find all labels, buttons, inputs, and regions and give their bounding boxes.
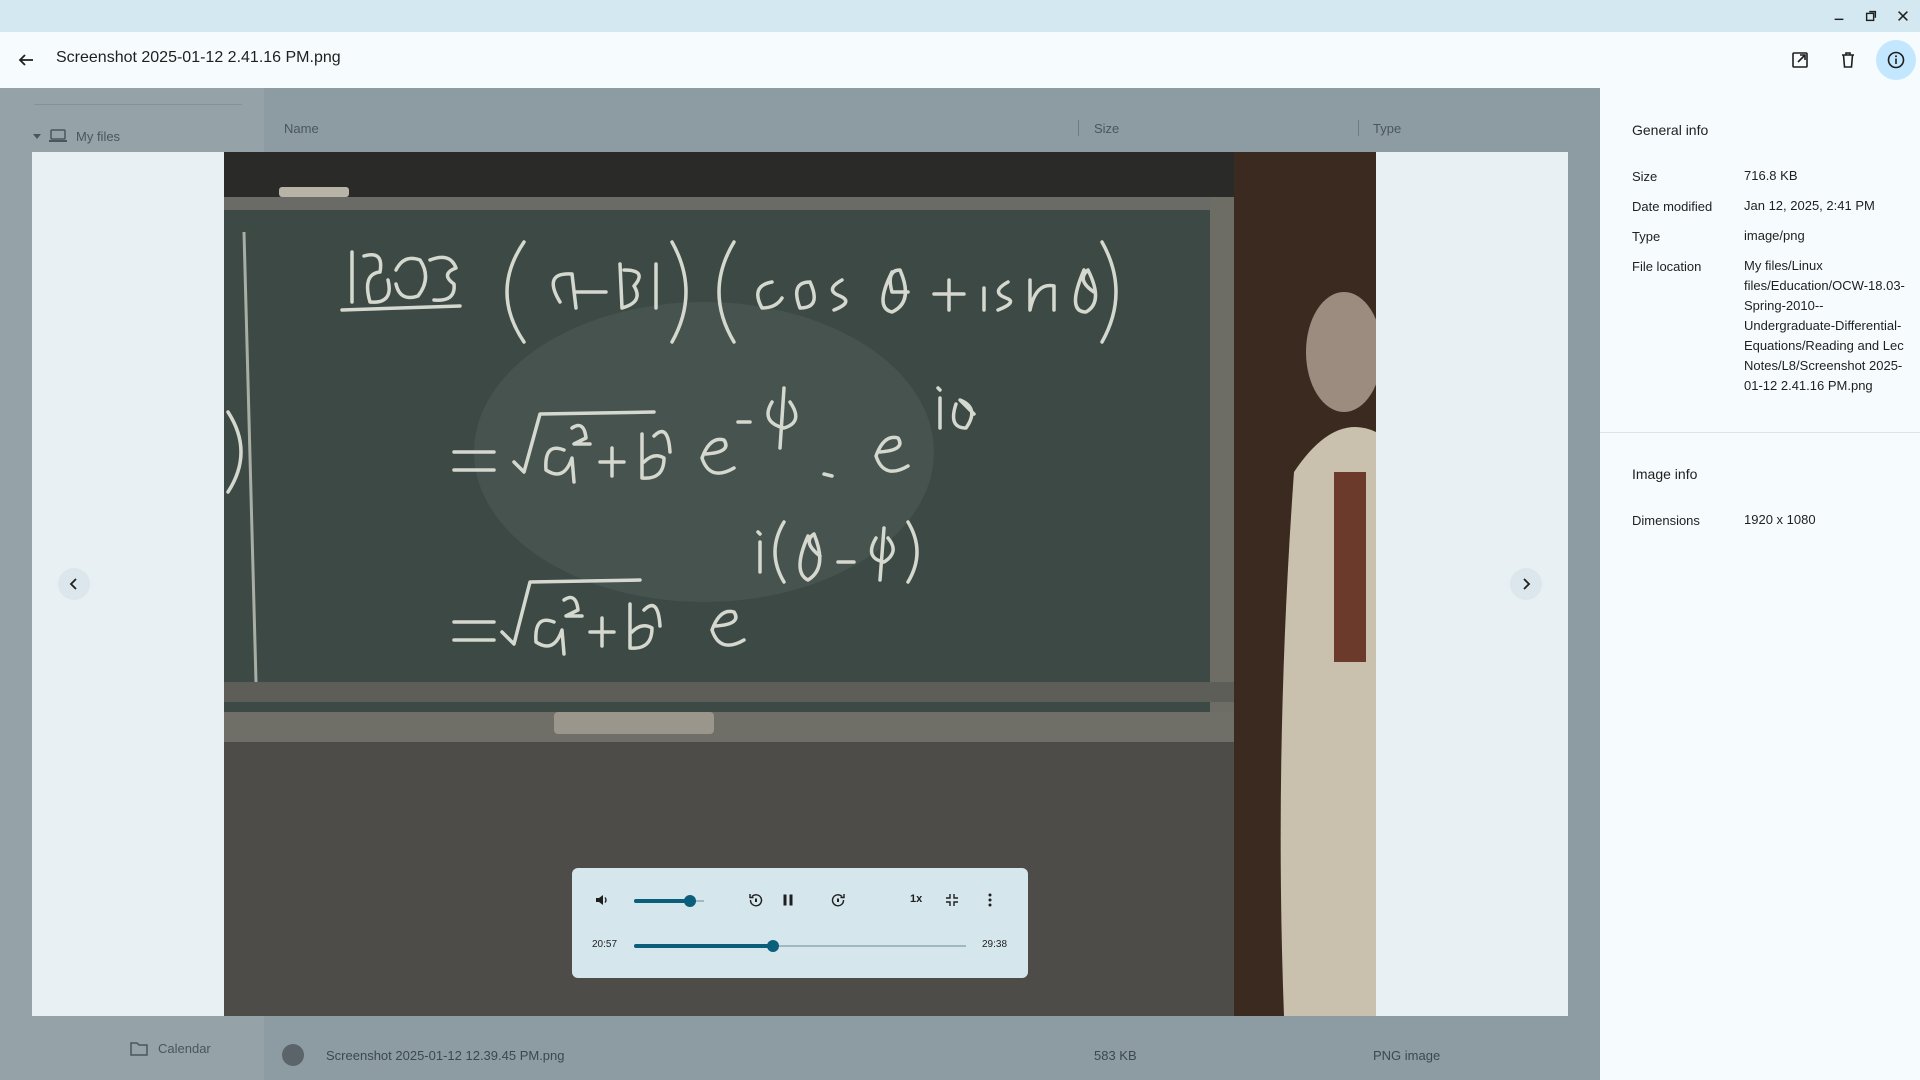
replay-10-icon[interactable] (744, 888, 768, 912)
general-info-heading: General info (1632, 122, 1709, 138)
column-divider (1358, 120, 1359, 136)
laptop-icon (49, 129, 67, 142)
exit-fullscreen-icon[interactable] (940, 888, 964, 912)
sidebar-item-label: Calendar (158, 1040, 211, 1056)
info-label-dimensions: Dimensions (1632, 513, 1700, 528)
close-icon[interactable] (1892, 5, 1914, 27)
info-value-type: image/png (1744, 228, 1805, 243)
page-title: Screenshot 2025-01-12 2.41.16 PM.png (56, 49, 341, 66)
file-name[interactable]: Screenshot 2025-01-12 12.39.45 PM.png (326, 1048, 565, 1063)
viewer-app-bar: Screenshot 2025-01-12 2.41.16 PM.png (0, 32, 1920, 88)
info-label-date-modified: Date modified (1632, 199, 1713, 214)
window-titlebar (0, 0, 1920, 32)
volume-icon[interactable] (590, 888, 614, 912)
column-header-type[interactable]: Type (1373, 121, 1401, 136)
info-label-size: Size (1632, 169, 1658, 184)
column-header-size[interactable]: Size (1094, 121, 1119, 136)
info-value-size: 716.8 KB (1744, 168, 1798, 183)
image-info-heading: Image info (1632, 466, 1698, 482)
column-divider (1078, 120, 1079, 136)
file-thumbnail (282, 1044, 304, 1066)
seek-handle[interactable] (767, 940, 779, 952)
info-label-file-location: File location (1632, 259, 1702, 274)
info-value-date-modified: Jan 12, 2025, 2:41 PM (1744, 198, 1875, 213)
seek-progress (634, 944, 773, 948)
sidebar-divider (34, 104, 242, 105)
file-size: 583 KB (1094, 1048, 1137, 1063)
folder-icon (130, 1042, 148, 1056)
file-type: PNG image (1373, 1048, 1441, 1063)
open-external-icon[interactable] (1780, 40, 1820, 80)
duration-time: 29:38 (982, 939, 1008, 950)
info-value-file-location: My files/Linux files/Education/OCW-18.03… (1744, 258, 1905, 393)
info-icon[interactable] (1876, 40, 1916, 80)
pause-icon[interactable] (776, 888, 800, 912)
playback-speed-button[interactable]: 1x (910, 893, 922, 905)
more-vert-icon[interactable] (978, 888, 1002, 912)
sidebar-item-label: My files (76, 128, 121, 144)
previous-arrow-icon[interactable] (58, 568, 90, 600)
column-header-name[interactable]: Name (284, 121, 319, 136)
volume-fill (634, 899, 690, 903)
info-divider (1600, 432, 1920, 433)
playback-controls: 1x 20:57 29:38 (572, 868, 1028, 978)
sidebar-item-calendar[interactable]: Calendar (130, 1040, 211, 1056)
current-time: 20:57 (592, 939, 618, 950)
delete-icon[interactable] (1828, 40, 1868, 80)
minimize-icon[interactable] (1828, 5, 1850, 27)
info-panel: General info Size 716.8 KB Date modified… (1600, 88, 1920, 1080)
expand-arrow-icon (33, 134, 41, 139)
volume-handle[interactable] (684, 895, 696, 907)
sidebar-item-my-files[interactable]: My files (32, 128, 120, 144)
forward-10-icon[interactable] (826, 888, 850, 912)
info-label-type: Type (1632, 229, 1661, 244)
next-arrow-icon[interactable] (1510, 568, 1542, 600)
restore-icon[interactable] (1860, 5, 1882, 27)
info-value-dimensions: 1920 x 1080 (1744, 512, 1816, 527)
back-arrow-icon[interactable] (10, 44, 42, 76)
